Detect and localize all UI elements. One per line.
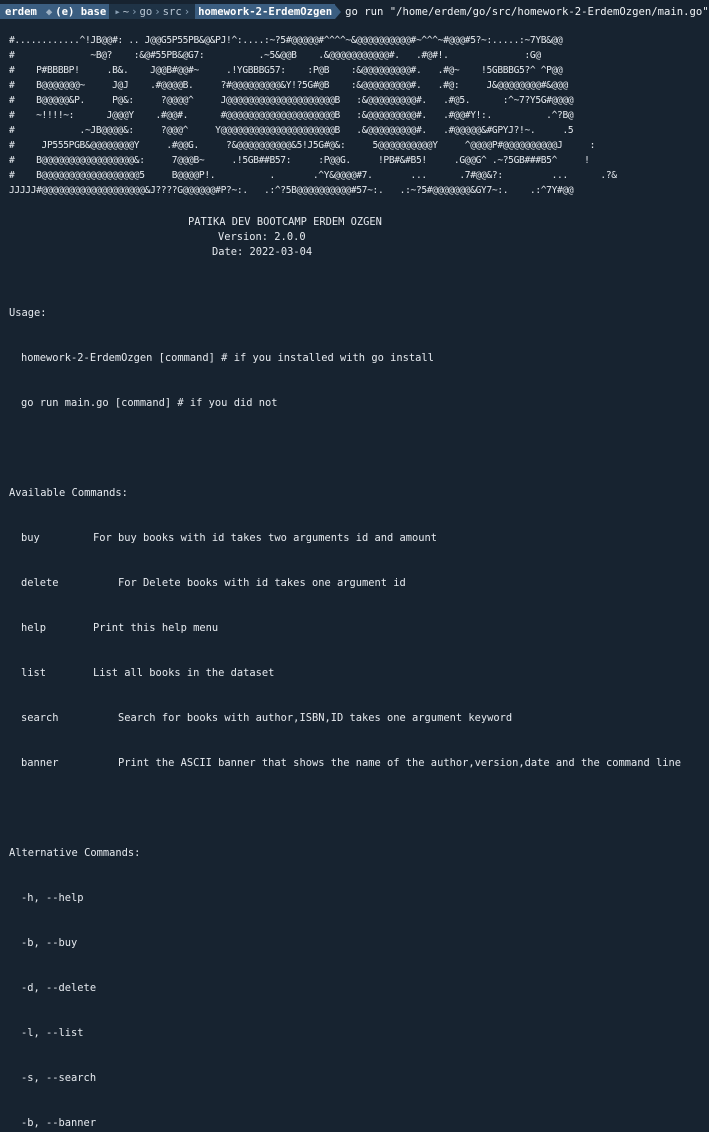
command-desc: For Delete books with id takes one argum… <box>93 577 406 589</box>
usage-line: go run main.go [command] # if you did no… <box>21 397 278 409</box>
command-row: list List all books in the dataset <box>9 666 681 681</box>
command-desc: For buy books with id takes two argument… <box>93 532 438 544</box>
python-icon: ◆ <box>45 5 53 18</box>
alt-command-row: -b, --banner <box>21 1117 97 1129</box>
alt-command-row: -b, --buy <box>21 937 78 949</box>
command-name: buy <box>21 532 40 544</box>
alt-command-row: -d, --delete <box>21 982 97 994</box>
alt-command-row: -s, --search <box>21 1072 97 1084</box>
command-row: help Print this help menu <box>9 621 681 636</box>
alt-command-row: -l, --list <box>21 1027 84 1039</box>
terminal-window[interactable]: erdem ◆ (e) base ▸ ~ › go › src › homework-2… <box>0 0 709 1129</box>
banner-date: Date: 2022-03-04 <box>212 246 313 258</box>
alternative-heading: Alternative Commands: <box>9 847 141 859</box>
usage-heading: Usage: <box>9 307 47 319</box>
prompt-env-label: (e) base <box>55 5 107 18</box>
command-row: banner Print the ASCII banner that shows… <box>9 756 681 771</box>
chevron-right-icon: › <box>183 5 191 18</box>
command-desc: Search for books with author,ISBN,ID tak… <box>93 712 513 724</box>
chevron-right-icon: › <box>154 5 161 18</box>
prompt-conda-env: ◆ (e) base <box>39 4 110 19</box>
command-name: list <box>21 667 47 679</box>
help-output: Usage: homework-2-ErdemOzgen [command] #… <box>9 276 681 1132</box>
command-desc: Print this help menu <box>93 622 219 634</box>
command-desc: List all books in the dataset <box>93 667 275 679</box>
ascii-banner: #............^!JB@@#: .. J@@G5P55PB&@&PJ… <box>9 35 617 196</box>
chevron-right-icon: › <box>131 5 138 18</box>
command-row: delete For Delete books with id takes on… <box>9 576 681 591</box>
command-row: search Search for books with author,ISBN… <box>9 711 681 726</box>
available-heading: Available Commands: <box>9 487 128 499</box>
command-desc: Print the ASCII banner that shows the na… <box>93 757 682 769</box>
typed-command[interactable]: go run "/home/erdem/go/src/homework-2-Er… <box>341 6 709 18</box>
banner-date-row: Date: 2022-03-04 <box>0 230 709 275</box>
prompt-cwd: homework-2-ErdemOzgen <box>195 4 336 19</box>
usage-line: homework-2-ErdemOzgen [command] # if you… <box>21 352 434 364</box>
prompt-path: ▸ ~ › go › src › <box>109 4 196 19</box>
command-name: delete <box>21 577 59 589</box>
prompt-path-src: src <box>162 5 182 18</box>
command-name: banner <box>21 757 59 769</box>
command-name: help <box>21 622 47 634</box>
folder-icon: ▸ <box>114 5 121 18</box>
alt-command-row: -h, --help <box>21 892 84 904</box>
command-name: search <box>21 712 59 724</box>
prompt-user: erdem <box>0 4 40 19</box>
shell-prompt: erdem ◆ (e) base ▸ ~ › go › src › homework-2… <box>0 4 709 19</box>
prompt-path-go: go <box>139 5 153 18</box>
command-row: buy For buy books with id takes two argum… <box>9 531 681 546</box>
